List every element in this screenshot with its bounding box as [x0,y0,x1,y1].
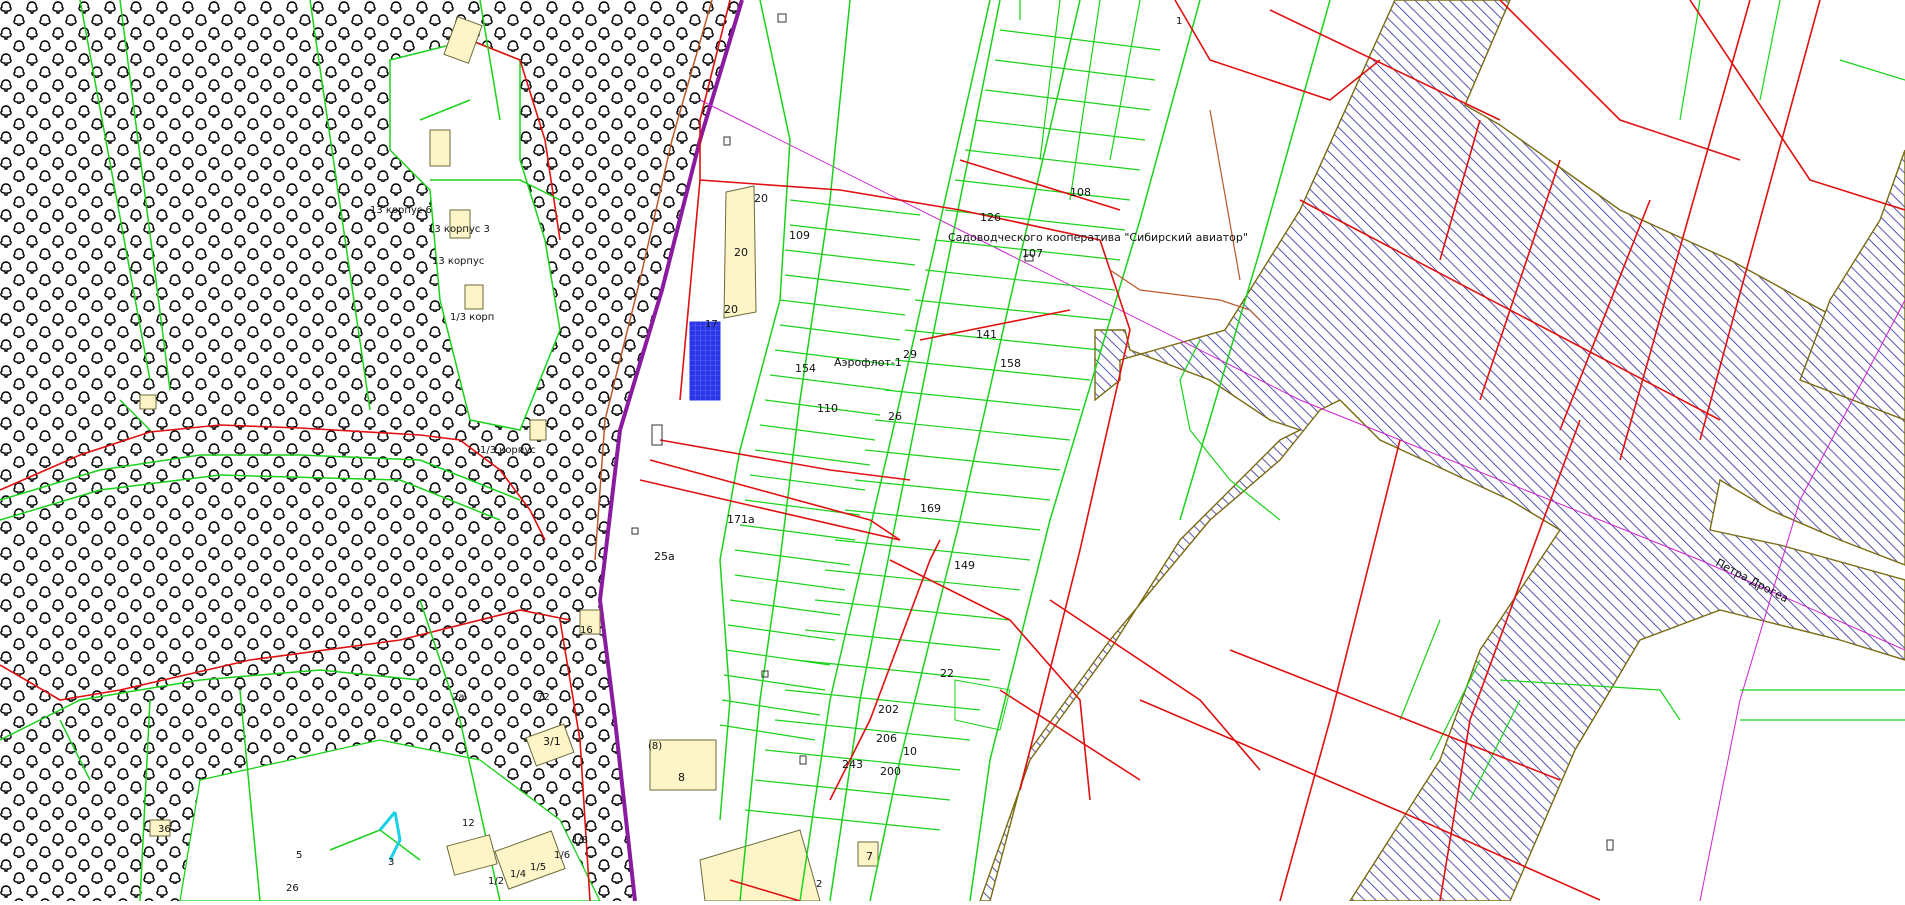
label-n8: 8 [678,771,685,784]
label-n1-6: 1/6 [554,850,570,861]
label-n169: 169 [920,502,941,515]
label-korpus3: 13 корпус 3 [428,224,490,235]
label-n1-8: 1/8 [572,835,588,846]
label-n8b: (8) [648,741,662,752]
label-n22: 22 [940,667,954,680]
label-n10: 10 [903,745,917,758]
label-n107: 107 [1022,247,1043,260]
label-n202: 202 [878,703,899,716]
label-n1-5: 1/5 [530,862,546,873]
map-canvas[interactable]: Садоводческого кооператива "Сибирский ав… [0,0,1905,902]
label-n1-2: 1/2 [488,876,504,887]
water-object [689,321,721,401]
label-n1-4: 1/4 [510,869,526,880]
label-n154: 154 [795,362,816,375]
label-n29: 29 [903,348,917,361]
brown-outlines [1109,109,1261,321]
label-n2: 2 [816,879,822,890]
parcels-cooperative [719,0,1331,902]
label-n7: 7 [866,850,873,863]
buildings-central [649,185,879,902]
label-n126: 126 [980,211,1001,224]
label-korpus-a: 1/3 корп [450,312,494,323]
label-aeroflot: Аэрофлот-1 [834,356,902,369]
label-n243: 243 [842,758,863,771]
label-korpus6: 13 корпус 6 [370,205,432,216]
label-n149: 149 [954,559,975,572]
label-n16: 16 [580,625,593,636]
label-n3-1: 3/1 [543,735,561,748]
label-n110: 110 [817,402,838,415]
label-b20a: 20 [754,192,768,205]
label-n72: 72 [537,692,550,703]
label-n108: 108 [1070,186,1091,199]
forest-area [0,0,742,902]
label-n26b: 26 [286,883,299,894]
label-n3: 3 [388,857,394,868]
label-n200: 200 [880,765,901,778]
label-n17: 17 [705,319,718,330]
label-n12: 12 [462,818,475,829]
label-b20c: 20 [724,303,738,316]
label-sad-koop: Садоводческого кооператива "Сибирский ав… [948,231,1248,244]
label-n109: 109 [789,229,810,242]
label-korpus5: 13 корпус [432,256,484,267]
label-b20b: 20 [734,246,748,259]
label-n158: 158 [1000,357,1021,370]
label-n2a: 2а [452,692,465,703]
map-svg[interactable]: Садоводческого кооператива "Сибирский ав… [0,0,1905,902]
label-n141: 141 [976,328,997,341]
label-korpus-b: 1/3 корпус [480,445,536,456]
label-n171a: 171а [727,513,755,526]
label-n26: 26 [888,410,902,423]
label-n25a: 25а [654,550,675,563]
label-n36: 36 [158,824,171,835]
label-n5: 5 [296,850,302,861]
label-n1: 1 [1176,16,1182,27]
label-n206: 206 [876,732,897,745]
